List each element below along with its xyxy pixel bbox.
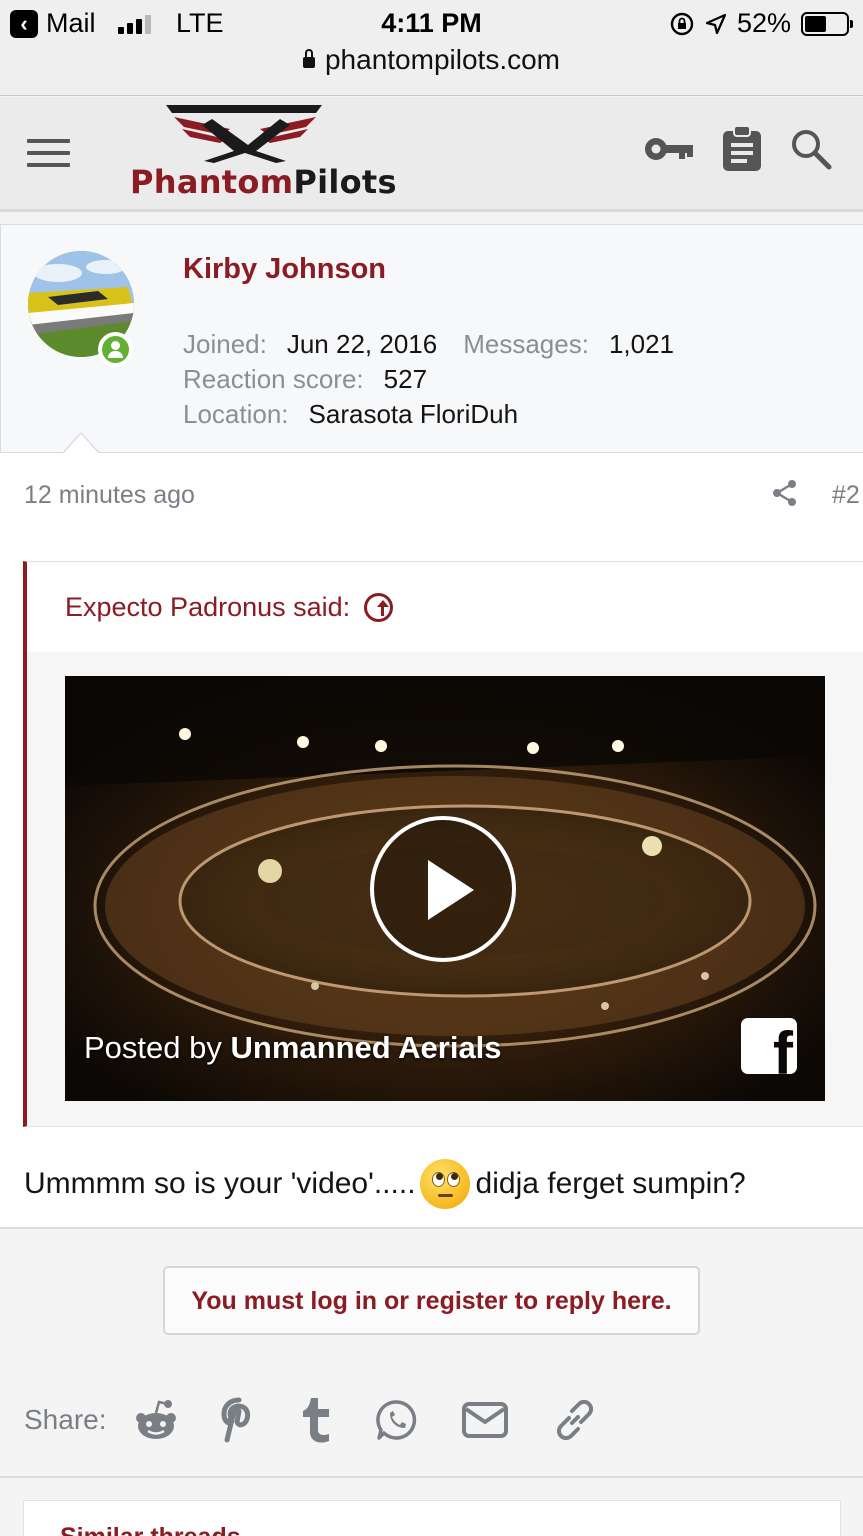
post: 12 minutes ago #2 Expecto Padronus said: xyxy=(0,453,863,1229)
logo-wordmark[interactable]: PhantomPilots xyxy=(130,163,397,201)
share-bar: Share: xyxy=(24,1396,641,1444)
reddit-icon[interactable] xyxy=(133,1397,179,1443)
lock-icon xyxy=(302,49,315,68)
online-status-icon xyxy=(98,332,133,367)
link-icon[interactable] xyxy=(551,1396,599,1444)
author-pointer xyxy=(61,432,101,455)
joined-label: Joined: xyxy=(183,329,267,359)
similar-threads-block: Similar threads xyxy=(23,1500,841,1536)
quote-block: Expecto Padronus said: Posted by Unmanne… xyxy=(23,561,863,1127)
author-name[interactable]: Kirby Johnson xyxy=(183,253,386,286)
tumblr-icon[interactable] xyxy=(299,1396,333,1444)
video-attribution: Posted by Unmanned Aerials xyxy=(84,1030,502,1065)
reaction-label: Reaction score: xyxy=(183,364,364,394)
post-number[interactable]: #2 xyxy=(832,481,860,510)
location-arrow-icon xyxy=(705,13,727,34)
video-embed[interactable]: Posted by Unmanned Aerials f xyxy=(65,676,825,1101)
divider xyxy=(0,1476,863,1478)
address-bar[interactable]: phantompilots.com xyxy=(0,44,863,76)
messages-value: 1,021 xyxy=(608,329,675,359)
login-register-button[interactable]: You must log in or register to reply her… xyxy=(163,1266,700,1335)
share-label: Share: xyxy=(24,1404,107,1435)
share-icon[interactable] xyxy=(772,479,798,507)
reaction-value: 527 xyxy=(383,364,428,394)
post-timestamp[interactable]: 12 minutes ago xyxy=(24,481,195,510)
email-icon[interactable] xyxy=(461,1401,509,1439)
play-button[interactable] xyxy=(370,816,516,962)
pinterest-icon[interactable] xyxy=(221,1397,257,1443)
location-value: Sarasota FloriDuh xyxy=(308,399,519,429)
post-text-part1: Ummmm so is your 'video'..... xyxy=(24,1167,416,1200)
rotation-lock-icon xyxy=(670,12,694,35)
search-icon[interactable] xyxy=(789,127,833,171)
post-message: Ummmm so is your 'video'..... didja ferg… xyxy=(24,1159,746,1209)
quote-author[interactable]: Expecto Padronus said: xyxy=(65,592,394,623)
url-text: phantompilots.com xyxy=(324,44,560,75)
location-label: Location: xyxy=(183,399,289,429)
menu-icon[interactable] xyxy=(27,139,70,167)
author-stats: Joined: Jun 22, 2016 Messages: 1,021 Reacti… xyxy=(183,327,700,432)
similar-threads-title: Similar threads xyxy=(60,1523,241,1536)
battery-icon xyxy=(801,11,853,36)
eye-roll-emoji-icon xyxy=(419,1159,470,1209)
facebook-icon[interactable]: f xyxy=(741,1018,797,1074)
key-icon[interactable] xyxy=(643,135,695,163)
clipboard-icon[interactable] xyxy=(721,125,763,173)
post-text-part2: didja ferget sumpin? xyxy=(475,1167,746,1200)
jump-to-quote-icon[interactable] xyxy=(364,593,394,622)
author-card: Kirby Johnson Joined: Jun 22, 2016 Message… xyxy=(0,224,863,453)
joined-value: Jun 22, 2016 xyxy=(286,329,438,359)
video-author-link[interactable]: Unmanned Aerials xyxy=(231,1030,502,1065)
battery-percent: 52% xyxy=(736,8,791,38)
whatsapp-icon[interactable] xyxy=(375,1398,419,1442)
ios-status-bar: ‹ Mail LTE 4:11 PM 52% phantompilots.com xyxy=(0,0,863,96)
site-header: PhantomPilots xyxy=(0,97,863,212)
messages-label: Messages: xyxy=(463,329,589,359)
